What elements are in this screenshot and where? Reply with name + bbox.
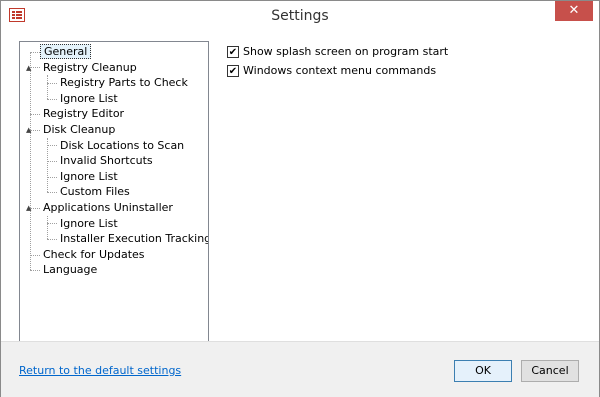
tree-connector: [47, 98, 57, 100]
tree-connector: [30, 114, 40, 116]
splash-screen-checkbox[interactable]: ✔: [227, 46, 239, 58]
collapse-arrow-icon[interactable]: ▲: [26, 200, 33, 216]
settings-tree[interactable]: General Registry Cleanup ▲ Registry Parts t…: [19, 41, 209, 343]
tree-item[interactable]: Ignore List: [57, 91, 121, 107]
tree-item-label: Installer Execution Tracking: [60, 232, 209, 246]
reset-defaults-link[interactable]: Return to the default settings: [19, 364, 181, 377]
tree-connector: [30, 270, 40, 272]
cancel-button[interactable]: Cancel: [521, 360, 579, 382]
tree-item-label: Registry Editor: [43, 107, 125, 121]
tree-item-label: Invalid Shortcuts: [60, 154, 153, 168]
dialog-footer: Return to the default settings OK Cancel: [1, 341, 599, 397]
tree-item-label: Ignore List: [60, 216, 118, 230]
title-bar: Settings ✕: [1, 1, 599, 31]
collapse-arrow-icon[interactable]: ▲: [26, 122, 33, 138]
tree-item-label: Registry Parts to Check: [60, 76, 188, 90]
tree-item[interactable]: Disk Locations to Scan: [57, 138, 187, 154]
tree-connector: [47, 176, 57, 178]
tree-connector: [30, 254, 40, 256]
tree-child-connector: [47, 215, 48, 239]
tree-item[interactable]: General: [40, 44, 92, 60]
settings-content: General Registry Cleanup ▲ Registry Parts t…: [1, 31, 599, 343]
tree-item-label: Ignore List: [60, 91, 118, 105]
tree-item[interactable]: Invalid Shortcuts: [57, 153, 156, 169]
tree-item-label: General: [40, 44, 92, 59]
tree-child-connector: [47, 137, 48, 193]
tree-item-label: Ignore List: [60, 169, 118, 183]
settings-window: Settings ✕ General Registry Cleanup ▲ Regis…: [0, 0, 600, 397]
tree-item[interactable]: Custom Files: [57, 184, 133, 200]
window-title: Settings: [271, 8, 329, 24]
tree-item[interactable]: Installer Execution Tracking: [57, 231, 209, 247]
tree-root-connector: [30, 51, 31, 271]
tree-item-label: Language: [43, 263, 98, 277]
ok-button[interactable]: OK: [454, 360, 512, 382]
context-menu-label[interactable]: Windows context menu commands: [243, 64, 436, 77]
tree-connector: [47, 239, 57, 240]
splash-screen-label[interactable]: Show splash screen on program start: [243, 45, 448, 58]
tree-child-connector: [47, 75, 48, 99]
tree-item-label: Custom Files: [60, 185, 130, 199]
tree-item-label: Disk Locations to Scan: [60, 138, 185, 152]
tree-connector: [47, 192, 57, 194]
tree-connector: [47, 83, 57, 84]
tree-item[interactable]: Ignore List: [57, 216, 121, 232]
tree-item-label: Disk Cleanup: [43, 123, 116, 136]
tree-item[interactable]: Registry Editor: [40, 106, 127, 122]
close-button[interactable]: ✕: [555, 1, 593, 21]
tree-connector: [47, 161, 57, 162]
tree-item-label: Check for Updates: [43, 247, 145, 261]
tree-connector: [47, 223, 57, 225]
tree-item-label: Applications Uninstaller: [43, 201, 173, 214]
tree-item[interactable]: Ignore List: [57, 169, 121, 185]
tree-item[interactable]: Applications Uninstaller: [40, 200, 176, 216]
tree-connector: [47, 145, 57, 147]
collapse-arrow-icon[interactable]: ▲: [26, 60, 33, 76]
context-menu-checkbox[interactable]: ✔: [227, 65, 239, 77]
tree-item[interactable]: Disk Cleanup: [40, 122, 118, 138]
tree-item-label: Registry Cleanup: [43, 60, 137, 74]
tree-item[interactable]: Check for Updates: [40, 247, 148, 263]
tree-connector: [30, 51, 40, 53]
tree-item[interactable]: Language: [40, 262, 100, 278]
tree-item[interactable]: Registry Parts to Check: [57, 75, 191, 91]
tree-item[interactable]: Registry Cleanup: [40, 60, 140, 76]
